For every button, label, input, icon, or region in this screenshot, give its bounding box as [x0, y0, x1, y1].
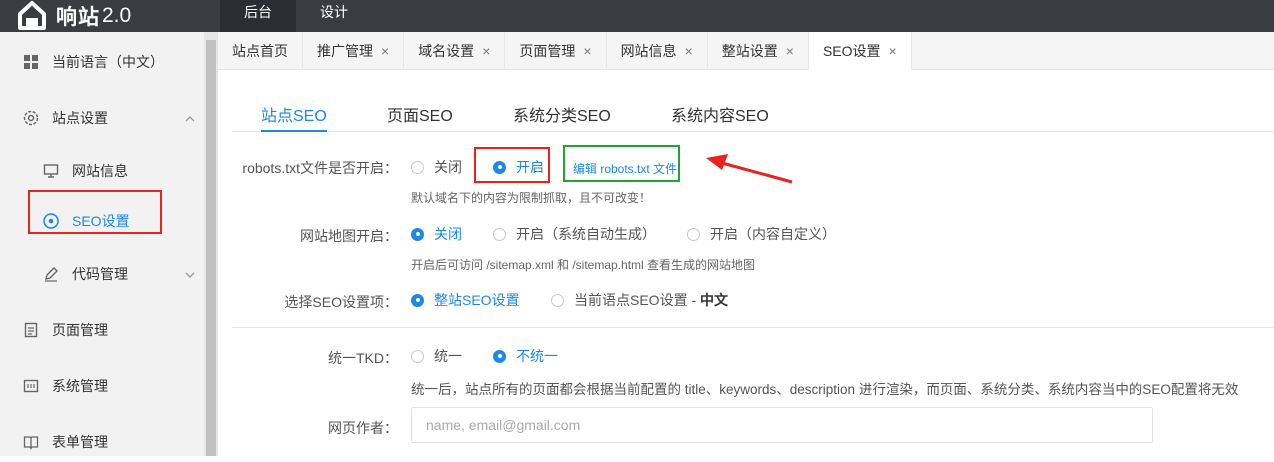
seo-scope-language-radio[interactable]: 当前语点SEO设置 - 中文: [551, 290, 728, 310]
section-divider: [232, 327, 1274, 328]
sidebar-item-label: 表单管理: [52, 434, 108, 450]
top-bar: 响站 2.0 后台 设计: [0, 0, 1274, 32]
sidebar-item-site-info[interactable]: 网站信息: [0, 151, 204, 191]
radio-label: 不统一: [516, 348, 558, 364]
radio-circle: [551, 293, 564, 307]
author-label: 网页作者：: [328, 420, 398, 436]
robots-off-radio[interactable]: 关闭: [411, 157, 462, 177]
annotation-arrow-icon: [700, 150, 796, 186]
highlight-box-edit-robots: [563, 145, 680, 182]
tkd-not-unified-radio[interactable]: 不统一: [493, 346, 558, 366]
radio-circle: [411, 160, 424, 174]
tab-label: 站点首页: [232, 43, 288, 59]
sitemap-off-radio[interactable]: 关闭: [411, 224, 462, 244]
sidebar-item-label: 网站信息: [72, 163, 128, 179]
document-icon: [22, 321, 40, 339]
highlight-box-robots-on: [474, 147, 550, 183]
sidebar-item-label: 页面管理: [52, 322, 108, 338]
tab-site-home[interactable]: 站点首页: [218, 32, 303, 70]
subtab-site-seo[interactable]: 站点SEO: [261, 96, 327, 132]
house-logo-icon: [16, 0, 48, 32]
tab-domain[interactable]: 域名设置 ×: [404, 32, 506, 70]
sidebar-item-site-settings[interactable]: 站点设置: [0, 98, 204, 138]
author-input[interactable]: [411, 407, 1153, 443]
topnav-backend[interactable]: 后台: [220, 0, 296, 32]
app-version: 2.0: [102, 4, 132, 27]
sidebar-item-label: 站点设置: [52, 110, 108, 126]
subtab-category-seo[interactable]: 系统分类SEO: [513, 96, 611, 132]
sitemap-label: 网站地图开启：: [300, 228, 398, 244]
tab-label: 域名设置: [418, 43, 475, 59]
tab-label: 页面管理: [519, 43, 576, 59]
close-icon[interactable]: ×: [685, 43, 693, 59]
sitemap-hint: 开启后可访问 /sitemap.xml 和 /sitemap.html 查看生成…: [411, 258, 756, 272]
seo-scope-label: 选择SEO设置项：: [284, 294, 398, 310]
tab-site-settings[interactable]: 整站设置 ×: [708, 32, 809, 70]
subtab-content-seo[interactable]: 系统内容SEO: [671, 96, 769, 132]
sidebar-item-language[interactable]: 当前语言（中文）: [0, 42, 204, 82]
sidebar-item-code-management[interactable]: 代码管理: [0, 254, 204, 294]
tab-label: 整站设置: [721, 43, 778, 59]
radio-label: 统一: [434, 348, 462, 364]
sidebar-item-page-management[interactable]: 页面管理: [0, 310, 204, 350]
sidebar-item-label: 代码管理: [72, 266, 128, 282]
tab-seo-settings[interactable]: SEO设置 ×: [808, 32, 912, 70]
app-name: 响站: [56, 6, 100, 29]
top-nav: 后台 设计: [220, 0, 372, 32]
radio-circle: [493, 227, 506, 241]
radio-label: 开启（系统自动生成）: [516, 226, 656, 242]
pen-icon: [42, 265, 60, 283]
close-icon[interactable]: ×: [583, 43, 591, 59]
radio-label: 关闭: [434, 226, 462, 242]
seo-subtabs: 站点SEO 页面SEO 系统分类SEO 系统内容SEO: [232, 96, 1274, 132]
sitemap-auto-radio[interactable]: 开启（系统自动生成）: [493, 224, 656, 244]
highlight-box-seo-sidebar: [28, 190, 162, 234]
chevron-up-icon: [184, 112, 196, 124]
chevron-down-icon: [184, 268, 196, 280]
radio-label-language: 中文: [700, 292, 729, 308]
radio-label: 开启（内容自定义）: [710, 226, 836, 242]
close-icon[interactable]: ×: [786, 43, 794, 59]
close-icon[interactable]: ×: [889, 43, 897, 59]
sidebar-item-label: 当前语言（中文）: [52, 54, 164, 70]
tab-label: 网站信息: [620, 43, 677, 59]
sidebar-item-form-management[interactable]: 表单管理: [0, 422, 204, 462]
tab-site-info[interactable]: 网站信息 ×: [607, 32, 708, 70]
topnav-design[interactable]: 设计: [296, 0, 372, 32]
radio-circle: [411, 227, 424, 241]
sidebar-scrollbar-thumb[interactable]: [206, 40, 216, 456]
close-icon[interactable]: ×: [482, 43, 490, 59]
radio-label: 关闭: [434, 159, 462, 175]
close-icon[interactable]: ×: [381, 43, 389, 59]
robots-hint: 默认域名下的内容为限制抓取，且不可改变！: [411, 191, 652, 205]
sidebar-item-system-management[interactable]: 系统管理: [0, 366, 204, 406]
tab-pages[interactable]: 页面管理 ×: [505, 32, 607, 70]
tab-promotion[interactable]: 推广管理 ×: [303, 32, 405, 70]
tab-label: 推广管理: [317, 43, 373, 59]
sitemap-custom-radio[interactable]: 开启（内容自定义）: [687, 224, 836, 244]
grid-icon: [22, 53, 40, 71]
book-icon: [22, 433, 40, 451]
radio-circle: [411, 349, 424, 363]
radio-circle: [493, 349, 506, 363]
radio-circle: [411, 293, 424, 307]
seo-scope-site-radio[interactable]: 整站SEO设置: [411, 290, 520, 310]
tab-label: SEO设置: [822, 43, 881, 59]
robots-label: robots.txt文件是否开启：: [242, 160, 398, 176]
tab-bar: 站点首页 推广管理 × 域名设置 × 页面管理 × 网站信息 × 整站设置 × SEO设置…: [218, 32, 1274, 70]
radio-circle: [687, 227, 700, 241]
gear-icon: [22, 109, 40, 127]
radio-label: 当前语点SEO设置 -: [574, 292, 701, 308]
tkd-unified-radio[interactable]: 统一: [411, 346, 462, 366]
monitor-icon: [42, 162, 60, 180]
radio-label: 整站SEO设置: [434, 292, 520, 308]
subtab-page-seo[interactable]: 页面SEO: [387, 96, 453, 132]
tkd-label: 统一TKD：: [328, 350, 398, 366]
system-icon: [22, 377, 40, 395]
app-logo[interactable]: 响站 2.0: [16, 0, 131, 32]
sidebar-item-label: 系统管理: [52, 378, 108, 394]
tkd-hint: 统一后，站点所有的页面都会根据当前配置的 title、keywords、desc…: [411, 382, 1239, 397]
